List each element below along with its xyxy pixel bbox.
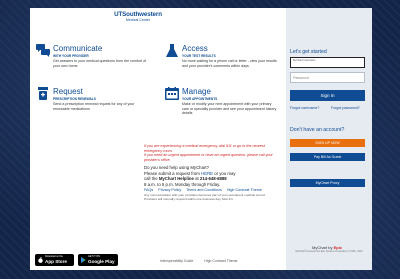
copyright-text: MyChart® licensed from Epic Systems Corp… [295,251,363,253]
emergency-text: If you are experiencing a medical emerge… [144,144,265,153]
password-placeholder: Password [293,76,309,80]
helpline-phone: 214-648-6888 [199,176,227,182]
sign-up-button[interactable]: SIGN UP NOW [290,139,365,147]
urgent-text: If you need an urgent appointment or hav… [144,153,273,162]
google-play-icon [81,257,86,263]
terms-link[interactable]: Terms and Conditions [186,188,222,192]
feature-access: Access YOUR TEST RESULTS No more waiting… [165,44,277,78]
username-label: MyChart Username [293,59,316,62]
high-contrast-link[interactable]: High Contrast Theme [227,188,262,192]
store-name: App Store [45,258,67,264]
feature-description: Make or modify your next appointment wit… [182,102,277,116]
feature-title: Manage [182,87,211,96]
feature-manage: Manage YOUR APPOINTMENTS Make or modify … [165,87,277,123]
feature-title: Request [53,87,83,96]
username-field[interactable]: MyChart Username [290,57,365,68]
mychart-proxy-button[interactable]: MyChart Proxy [290,179,365,187]
emergency-notice: If you are experiencing a medical emerge… [144,144,278,162]
info-links: FAQs Privacy Policy Terms and Conditions… [144,188,278,192]
faqs-link[interactable]: FAQs [144,188,153,192]
feature-description: Send a prescription renewal request for … [53,102,135,111]
logo-title: UTSouthwestern [114,11,162,18]
apple-icon [38,257,43,263]
notice-section: If you are experiencing a medical emerge… [144,144,278,202]
help-line-3: 8 a.m. to 5 p.m. Monday through Friday. [144,181,221,187]
password-field[interactable]: Password [290,72,365,83]
feature-communicate: Communicate WITH YOUR PROVIDER Get answe… [36,44,148,74]
footer-links: Interoperability Guide High Contrast The… [160,259,247,263]
store-name: Google Play [88,258,115,264]
feature-description: No more waiting for a phone call or lett… [182,59,277,68]
help-request-link[interactable]: HERE [201,171,213,176]
pay-as-guest-button[interactable]: Pay Bill As Guest [290,153,365,161]
mychart-epic-logo: MyChart by Epic [312,245,343,250]
interoperability-guide-link[interactable]: Interoperability Guide [160,259,193,263]
no-account-heading: Don't have an account? [290,127,345,133]
sign-in-button[interactable]: Sign In [290,90,365,101]
flask-icon [166,44,178,57]
feature-subtitle: WITH YOUR PROVIDER [53,54,89,58]
feature-title: Communicate [53,44,103,53]
feature-subtitle: YOUR TEST RESULTS [182,54,216,58]
feature-subtitle: PRESCRIPTION RENEWALS [53,97,96,101]
footer-high-contrast-link[interactable]: High Contrast Theme [204,259,237,263]
feature-description: Get answers to your medical questions fr… [53,59,147,68]
chat-bubbles-icon [36,44,50,57]
logo-subtitle: Medical Center [125,18,151,22]
login-heading: Let's get started [290,49,327,55]
app-store-badge[interactable]: Download on the App Store [35,254,74,266]
feature-subtitle: YOUR APPOINTMENTS [182,97,218,101]
privacy-policy-link[interactable]: Privacy Policy [158,188,181,192]
forgot-password-link[interactable]: Forgot password? [331,106,360,110]
help-text: Do you need help using MyChart? Please s… [144,165,278,187]
pill-bottle-icon [38,87,48,100]
forgot-username-link[interactable]: Forgot username? [290,106,319,110]
calendar-icon [165,87,179,100]
feature-title: Access [182,44,208,53]
ut-southwestern-logo[interactable]: UTSouthwestern Medical Center [98,11,178,22]
google-play-badge[interactable]: GET IT ON Google Play [78,254,118,266]
feature-request: Request PRESCRIPTION RENEWALS Send a pre… [36,87,148,117]
communication-note: Any communication with your providers be… [144,193,266,201]
